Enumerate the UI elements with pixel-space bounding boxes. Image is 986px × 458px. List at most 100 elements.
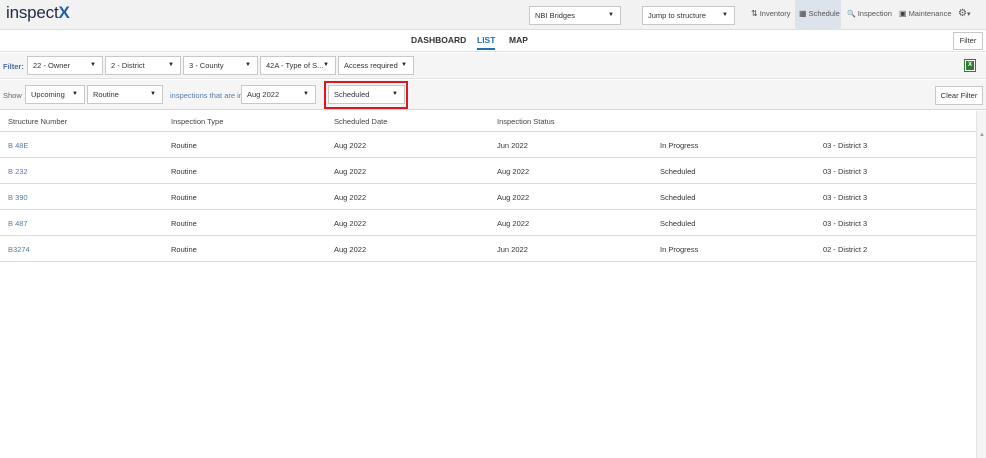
view-tabs-bar: DASHBOARD LIST MAP Filter (0, 30, 986, 52)
chevron-down-icon: ▼ (168, 62, 174, 68)
inspection-date-cell: Aug 2022 (497, 167, 530, 176)
column-header-inspection-type[interactable]: Inspection Type (171, 117, 223, 126)
district-cell: 03 - District 3 (823, 219, 868, 228)
county-filter-select[interactable]: 3 - County ▼ (183, 56, 258, 75)
settings-menu[interactable]: ⚙▾ (954, 0, 974, 30)
access-filter-value: Access required (344, 61, 398, 70)
show-label: Show (3, 91, 22, 100)
inspection-type-select[interactable]: Routine ▼ (87, 85, 163, 104)
caret-down-icon: ▾ (966, 11, 971, 18)
inspection-date-cell: Aug 2022 (497, 219, 530, 228)
clear-filter-button[interactable]: Clear Filter (935, 86, 983, 105)
district-cell: 02 - District 2 (823, 245, 868, 254)
excel-export-icon[interactable]: X (964, 59, 976, 72)
chevron-down-icon: ▼ (722, 12, 728, 18)
chevron-down-icon: ▼ (72, 91, 78, 97)
district-cell: 03 - District 3 (823, 193, 868, 202)
inspection-type-cell: Routine (171, 141, 197, 150)
month-select-value: Aug 2022 (247, 90, 280, 99)
inspection-date-cell: Jun 2022 (497, 245, 528, 254)
structure-number-link[interactable]: B 232 (8, 167, 28, 176)
inspection-status-cell: In Progress (660, 141, 699, 150)
scheduled-date-cell: Aug 2022 (334, 167, 367, 176)
filter-row: Filter: 22 - Owner ▼ 2 - District ▼ 3 - Co… (0, 53, 986, 79)
inspection-date-cell: Aug 2022 (497, 193, 530, 202)
type-filter-select[interactable]: 42A - Type of S... ▼ (260, 56, 336, 75)
tab-list[interactable]: LIST (477, 35, 496, 50)
inspections-in-label: inspections that are in: (170, 91, 246, 100)
nav-inventory[interactable]: ⇅ Inventory (747, 0, 795, 30)
top-bar: inspectX NBI Bridges ▼ Jump to structure… (0, 0, 986, 30)
network-select-value: NBI Bridges (535, 11, 576, 20)
structure-number-link[interactable]: B 487 (8, 219, 28, 228)
vertical-scrollbar[interactable]: ▲ (976, 111, 986, 458)
logo-text: inspect (6, 3, 59, 22)
nav-inventory-label: Inventory (759, 9, 791, 18)
timing-select-value: Upcoming (31, 90, 65, 99)
table-row[interactable]: B 390 Routine Aug 2022 Aug 2022 Schedule… (0, 184, 976, 210)
structure-number-link[interactable]: B 48E (8, 141, 28, 150)
tab-map[interactable]: MAP (509, 35, 528, 45)
structure-number-link[interactable]: B3274 (8, 245, 30, 254)
inspection-type-cell: Routine (171, 219, 197, 228)
inspection-status-cell: Scheduled (660, 219, 696, 228)
chevron-down-icon: ▼ (401, 62, 407, 68)
district-cell: 03 - District 3 (823, 141, 868, 150)
sort-icon: ⇅ (751, 9, 758, 18)
table-row[interactable]: B 487 Routine Aug 2022 Aug 2022 Schedule… (0, 210, 976, 236)
column-header-structure-number[interactable]: Structure Number (8, 117, 67, 126)
calendar-icon: ▦ (799, 9, 807, 18)
nav-schedule[interactable]: ▦ Schedule (795, 0, 841, 30)
jump-to-structure-select[interactable]: Jump to structure ▼ (642, 6, 735, 25)
month-select[interactable]: Aug 2022 ▼ (241, 85, 316, 104)
gear-icon: ⚙ (958, 8, 967, 19)
briefcase-icon: ▣ (899, 9, 907, 18)
chevron-down-icon: ▼ (245, 62, 251, 68)
inspection-type-cell: Routine (171, 245, 197, 254)
app-logo[interactable]: inspectX (6, 3, 70, 23)
owner-filter-select[interactable]: 22 - Owner ▼ (27, 56, 103, 75)
show-row: Show Upcoming ▼ Routine ▼ inspections that… (0, 80, 986, 110)
timing-select[interactable]: Upcoming ▼ (25, 85, 85, 104)
search-icon: 🔍 (847, 11, 856, 18)
nav-inspection-label: Inspection (857, 9, 892, 18)
inspection-status-cell: In Progress (660, 245, 699, 254)
inspection-status-cell: Scheduled (660, 167, 696, 176)
chevron-down-icon: ▼ (150, 91, 156, 97)
nav-schedule-label: Schedule (808, 9, 840, 18)
inspection-type-cell: Routine (171, 167, 197, 176)
chevron-down-icon: ▼ (608, 12, 614, 18)
nav-maintenance-label: Maintenance (908, 9, 952, 18)
owner-filter-value: 22 - Owner (33, 61, 71, 70)
table-row[interactable]: B 48E Routine Aug 2022 Jun 2022 In Progr… (0, 132, 976, 158)
tab-dashboard[interactable]: DASHBOARD (411, 35, 466, 45)
inspection-status-cell: Scheduled (660, 193, 696, 202)
scheduled-date-cell: Aug 2022 (334, 193, 367, 202)
network-select[interactable]: NBI Bridges ▼ (529, 6, 621, 25)
district-filter-select[interactable]: 2 - District ▼ (105, 56, 181, 75)
filter-button[interactable]: Filter (953, 32, 983, 50)
district-filter-value: 2 - District (111, 61, 145, 70)
column-header-scheduled-date[interactable]: Scheduled Date (334, 117, 387, 126)
scroll-up-icon[interactable]: ▲ (979, 132, 985, 138)
column-header-inspection-status[interactable]: Inspection Status (497, 117, 555, 126)
jump-select-value: Jump to structure (648, 11, 706, 20)
inspection-type-cell: Routine (171, 193, 197, 202)
nav-maintenance[interactable]: ▣ Maintenance (895, 0, 956, 30)
inspection-type-select-value: Routine (93, 90, 119, 99)
filter-label: Filter: (3, 62, 24, 71)
access-filter-select[interactable]: Access required ▼ (338, 56, 414, 75)
chevron-down-icon: ▼ (303, 91, 309, 97)
scheduled-date-cell: Aug 2022 (334, 219, 367, 228)
status-select-highlight (324, 81, 408, 109)
structure-number-link[interactable]: B 390 (8, 193, 28, 202)
logo-mark: X (58, 3, 70, 22)
inspection-date-cell: Jun 2022 (497, 141, 528, 150)
nav-inspection[interactable]: 🔍 Inspection (843, 0, 896, 30)
table-row[interactable]: B3274 Routine Aug 2022 Jun 2022 In Progr… (0, 236, 976, 262)
district-cell: 03 - District 3 (823, 167, 868, 176)
county-filter-value: 3 - County (189, 61, 224, 70)
type-filter-value: 42A - Type of S... (266, 61, 324, 70)
table-row[interactable]: B 232 Routine Aug 2022 Aug 2022 Schedule… (0, 158, 976, 184)
chevron-down-icon: ▼ (323, 62, 329, 68)
